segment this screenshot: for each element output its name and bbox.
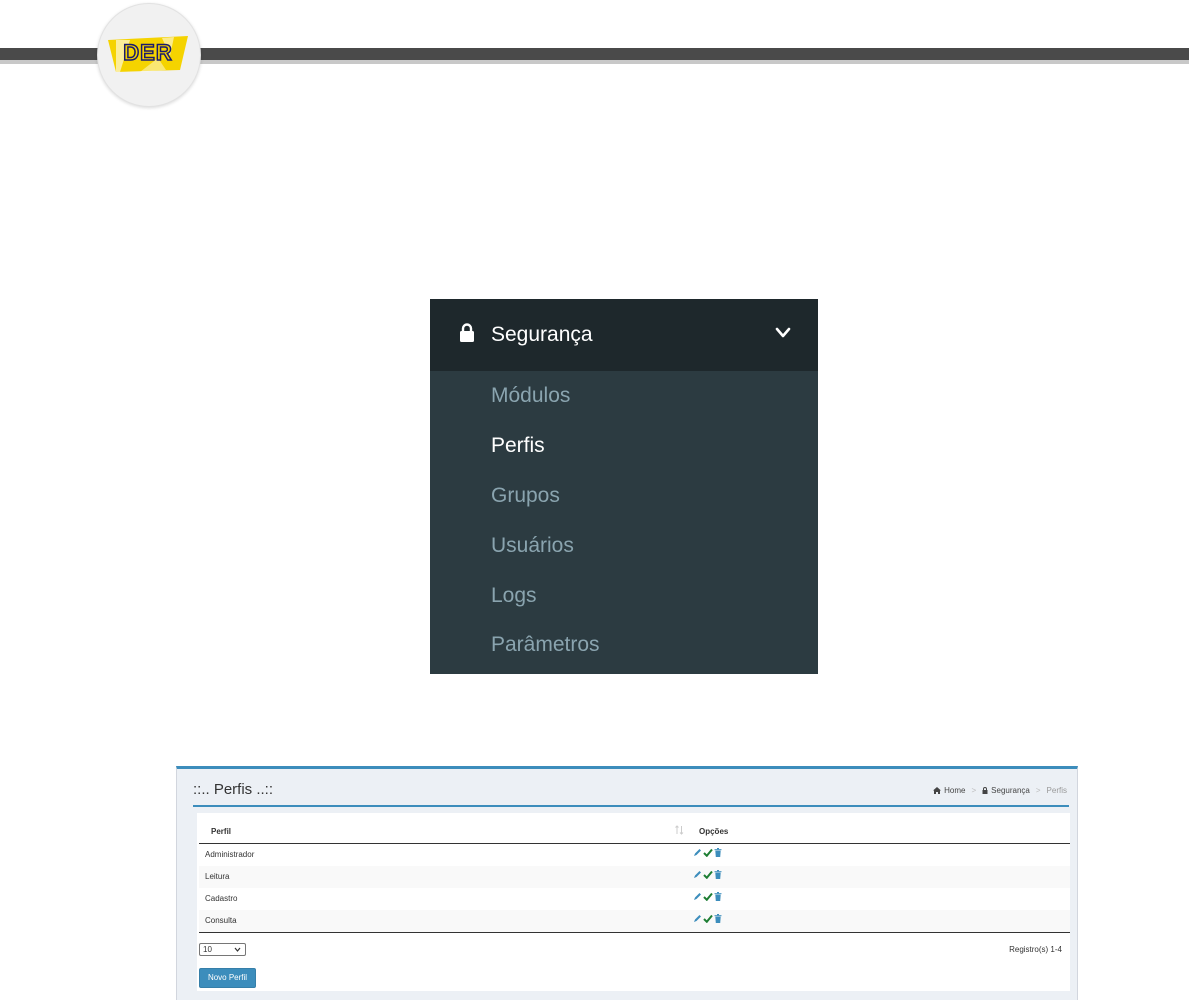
menu-item-usuarios[interactable]: Usuários: [491, 531, 574, 561]
edit-icon[interactable]: [693, 892, 702, 901]
lock-icon: [982, 787, 988, 794]
menu-item-perfis[interactable]: Perfis: [491, 431, 545, 461]
perfis-table-box: Perfil Opções Administrador Leitura Cada…: [197, 813, 1070, 991]
perfil-name: Consulta: [205, 916, 237, 925]
table-row: Consulta: [199, 910, 1070, 932]
perfil-name: Administrador: [205, 850, 255, 859]
trash-icon[interactable]: [714, 870, 722, 879]
breadcrumb-home[interactable]: Home: [944, 786, 965, 795]
menu-item-logs[interactable]: Logs: [491, 581, 537, 611]
chevron-down-icon[interactable]: [774, 326, 792, 340]
page-size-select[interactable]: 10: [199, 943, 246, 956]
table-row: Cadastro: [199, 888, 1070, 910]
new-perfil-button[interactable]: Novo Perfil: [199, 968, 256, 988]
title-divider: [193, 805, 1069, 807]
perfil-name: Cadastro: [205, 894, 238, 903]
chevron-down-icon: [234, 947, 241, 952]
breadcrumb: Home > Segurança > Perfis: [933, 786, 1067, 795]
menu-item-grupos[interactable]: Grupos: [491, 481, 560, 511]
check-icon[interactable]: [703, 870, 713, 879]
check-icon[interactable]: [703, 914, 713, 923]
edit-icon[interactable]: [693, 848, 702, 857]
row-actions: [693, 848, 722, 857]
edit-icon[interactable]: [693, 870, 702, 879]
breadcrumb-separator: >: [1035, 786, 1041, 795]
row-actions: [693, 914, 722, 923]
trash-icon[interactable]: [714, 914, 722, 923]
trash-icon[interactable]: [714, 892, 722, 901]
table-footer-divider: [199, 932, 1070, 933]
sort-icon[interactable]: [675, 825, 684, 835]
perfis-page: ::.. Perfis ..:: Home > Segurança > Perf…: [176, 766, 1078, 1000]
records-count: Registro(s) 1-4: [1009, 945, 1062, 954]
security-menu: Segurança Módulos Perfis Grupos Usuários…: [430, 299, 818, 674]
logo-text: DER: [123, 39, 173, 66]
perfil-name: Leitura: [205, 872, 230, 881]
table-row: Administrador: [199, 844, 1070, 866]
security-menu-title: Segurança: [491, 323, 593, 346]
home-icon: [933, 787, 942, 794]
check-icon[interactable]: [703, 892, 713, 901]
menu-item-modulos[interactable]: Módulos: [491, 381, 570, 411]
trash-icon[interactable]: [714, 848, 722, 857]
breadcrumb-section[interactable]: Segurança: [991, 786, 1030, 795]
table-row: Leitura: [199, 866, 1070, 888]
check-icon[interactable]: [703, 848, 713, 857]
menu-item-parametros[interactable]: Parâmetros: [491, 630, 600, 660]
row-actions: [693, 892, 722, 901]
lock-icon: [460, 323, 474, 342]
breadcrumb-separator: >: [971, 786, 977, 795]
breadcrumb-current: Perfis: [1046, 786, 1067, 795]
page-size-value: 10: [203, 945, 212, 954]
row-actions: [693, 870, 722, 879]
column-header-perfil[interactable]: Perfil: [211, 827, 231, 836]
column-header-opcoes: Opções: [699, 827, 729, 836]
edit-icon[interactable]: [693, 914, 702, 923]
page-title: ::.. Perfis ..::: [193, 781, 274, 798]
security-menu-header[interactable]: Segurança: [430, 299, 818, 371]
